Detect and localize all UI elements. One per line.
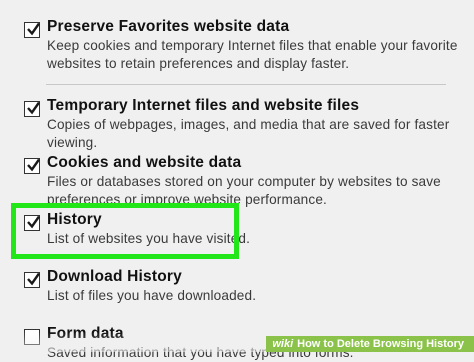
history-highlight-box — [11, 203, 239, 259]
watermark-brand: wiki — [272, 338, 294, 350]
option-description: Copies of webpages, images, and media th… — [47, 117, 450, 150]
wikihow-watermark: wiki How to Delete Browsing History — [266, 336, 474, 352]
watermark-text: How to Delete Browsing History — [297, 338, 464, 350]
option-description: Keep cookies and temporary Internet file… — [47, 38, 458, 71]
cookies-checkbox[interactable] — [24, 158, 40, 174]
option-title: Preserve Favorites website data — [47, 18, 290, 35]
checkmark-icon — [27, 158, 40, 172]
option-title: Download History — [47, 268, 182, 285]
option-title: Cookies and website data — [47, 154, 242, 171]
checkmark-icon — [27, 272, 40, 286]
download-history-checkbox[interactable] — [24, 272, 40, 288]
divider — [46, 84, 446, 85]
checkmark-icon — [27, 22, 40, 36]
option-description: List of files you have downloaded. — [47, 288, 257, 303]
delete-browsing-history-dialog: Preserve Favorites website data Keep coo… — [0, 0, 474, 360]
option-title: Temporary Internet files and website fil… — [47, 97, 360, 114]
temporary-files-checkbox[interactable] — [24, 101, 40, 117]
preserve-favorites-checkbox[interactable] — [24, 22, 40, 38]
checkmark-icon — [27, 101, 40, 115]
